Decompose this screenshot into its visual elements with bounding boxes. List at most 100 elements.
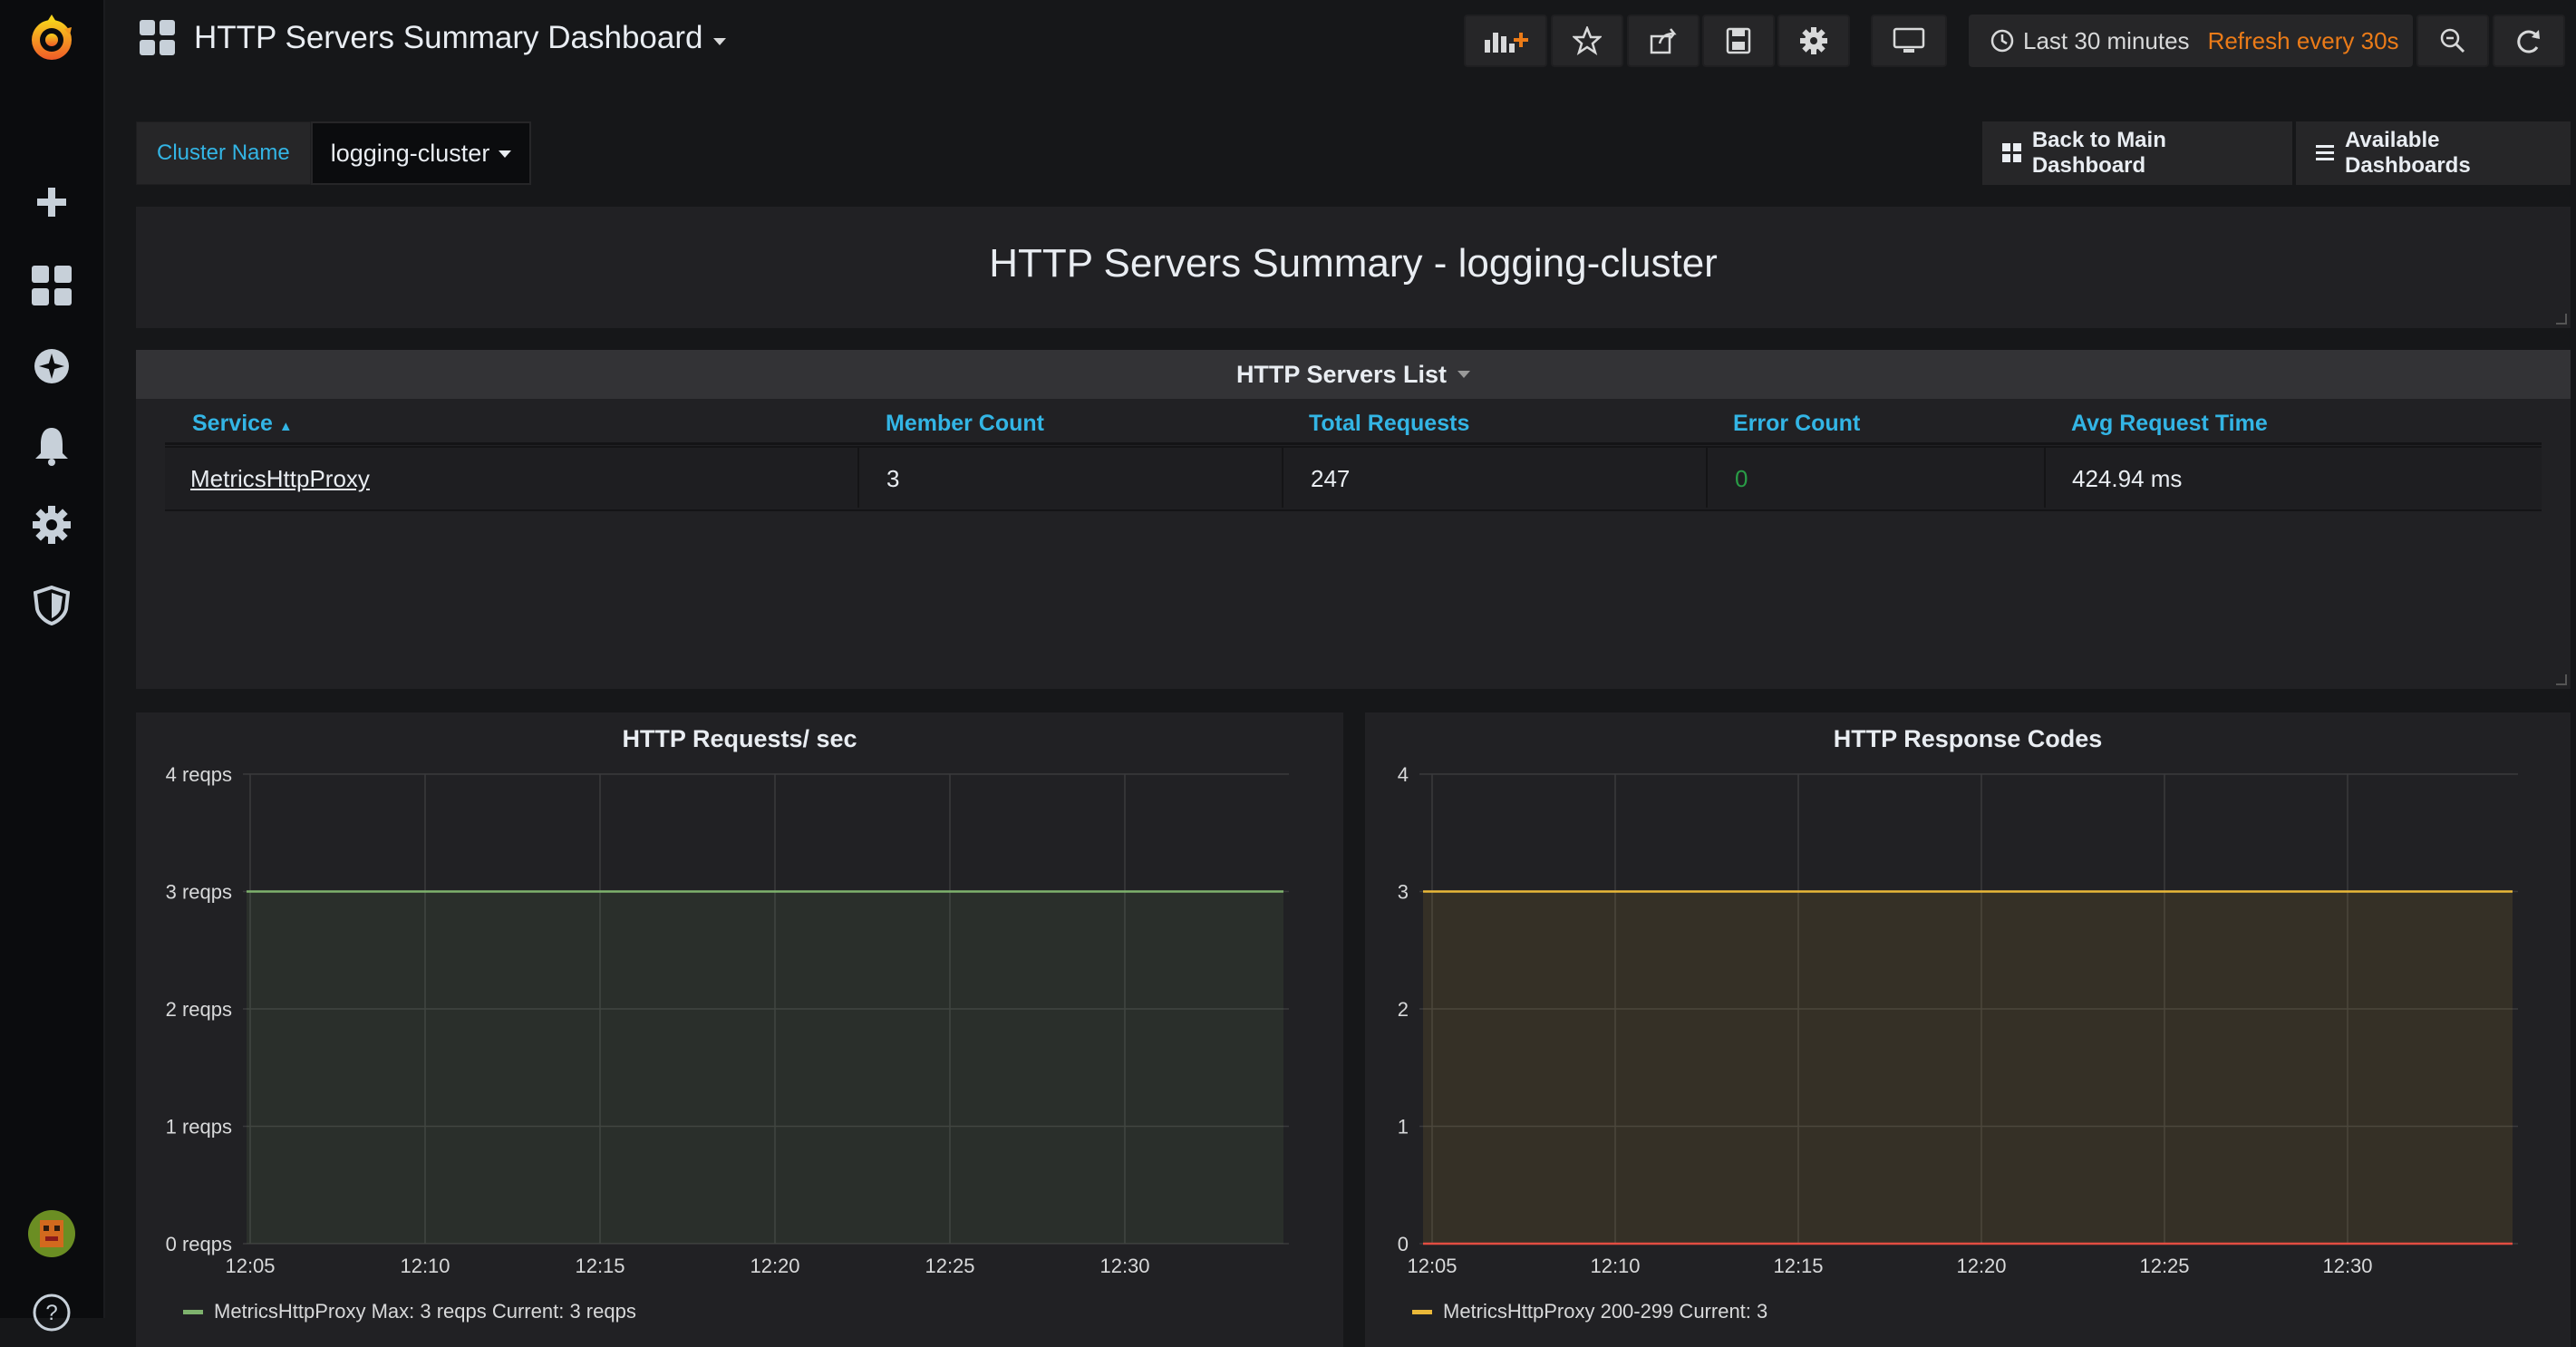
cell-avg-request-time: 424.94 ms — [2072, 465, 2183, 492]
share-button[interactable] — [1627, 15, 1700, 67]
x-tick-label: 12:20 — [750, 1255, 799, 1277]
x-tick-label: 12:15 — [1773, 1255, 1823, 1277]
y-tick-label: 3 — [1398, 881, 1409, 904]
dashboards-icon[interactable] — [26, 260, 77, 311]
star-button[interactable] — [1551, 15, 1623, 67]
graph-panel-requests: HTTP Requests/ sec 0 reqps 1 reqps 2 reqps… — [136, 712, 1343, 1347]
bell-icon[interactable] — [26, 421, 77, 471]
column-header-member-count[interactable]: Member Count — [886, 411, 1044, 437]
graph-legend: MetricsHttpProxy Max: 3 reqps Current: 3… — [183, 1300, 636, 1323]
column-header-total-requests[interactable]: Total Requests — [1309, 411, 1469, 437]
x-tick-label: 12:25 — [2139, 1255, 2189, 1277]
text-panel: HTTP Servers Summary - logging-cluster — [136, 207, 2571, 328]
user-avatar[interactable] — [26, 1208, 77, 1259]
chevron-down-icon — [713, 38, 727, 45]
x-tick-label: 12:30 — [2322, 1255, 2372, 1277]
y-tick-label: 0 — [1398, 1233, 1409, 1255]
column-header-error-count[interactable]: Error Count — [1733, 411, 1860, 437]
dashboards-icon — [2002, 143, 2021, 162]
x-tick-label: 12:05 — [225, 1255, 275, 1277]
add-panel-button[interactable] — [1464, 15, 1547, 67]
y-tick-label: 4 reqps — [166, 763, 232, 786]
zoom-out-button[interactable] — [2416, 15, 2489, 67]
explore-icon[interactable] — [26, 341, 77, 392]
cell-error-count: 0 — [1735, 465, 1748, 492]
series-area — [247, 891, 1283, 1244]
graph-panel-response-codes: HTTP Response Codes 0 1 2 3 4 12:05 12:10 12:15… — [1365, 712, 2571, 1347]
y-tick-label: 2 reqps — [166, 998, 232, 1021]
x-tick-label: 12:15 — [575, 1255, 625, 1277]
table-row — [165, 446, 2542, 511]
settings-icon — [1800, 27, 1827, 54]
x-tick-label: 12:05 — [1407, 1255, 1457, 1277]
resize-handle[interactable] — [2556, 674, 2567, 685]
back-link-label: Back to Main Dashboard — [2031, 128, 2166, 178]
refresh-button[interactable] — [2493, 15, 2565, 67]
column-header-avg-request-time[interactable]: Avg Request Time — [2071, 411, 2268, 437]
series-area — [1423, 891, 2513, 1244]
legend-swatch — [1412, 1309, 1432, 1314]
sort-ascending-icon: ▲ — [278, 419, 293, 434]
cluster-name-dropdown[interactable]: logging-cluster — [310, 121, 532, 185]
x-tick-label: 12:10 — [1590, 1255, 1640, 1277]
available-dashboards-link[interactable]: Available Dashboards — [2296, 121, 2571, 185]
column-separator — [2044, 446, 2046, 508]
refresh-icon — [2517, 30, 2540, 53]
requests-chart: 0 reqps 1 reqps 2 reqps 3 reqps 4 reqps 12:05… — [166, 763, 1289, 1277]
chevron-down-icon — [1457, 371, 1471, 378]
tv-mode-button[interactable] — [1871, 15, 1947, 67]
add-panel-icon — [1485, 33, 1528, 53]
cell-member-count: 3 — [886, 465, 900, 492]
x-tick-label: 12:30 — [1099, 1255, 1149, 1277]
x-tick-label: 12:10 — [400, 1255, 450, 1277]
legend-text[interactable]: MetricsHttpProxy 200-299 Current: 3 — [1443, 1300, 1767, 1323]
legend-text[interactable]: MetricsHttpProxy Max: 3 reqps Current: 3… — [214, 1300, 636, 1323]
zoom-out-icon — [2440, 28, 2465, 53]
y-tick-label: 3 reqps — [166, 881, 232, 904]
x-tick-label: 12:25 — [925, 1255, 974, 1277]
cluster-name-value: logging-cluster — [330, 139, 490, 167]
settings-button[interactable] — [1777, 15, 1850, 67]
column-separator — [857, 446, 859, 508]
chevron-down-icon — [499, 150, 512, 158]
graph-legend: MetricsHttpProxy 200-299 Current: 3 — [1412, 1300, 1767, 1323]
text-panel-title: HTTP Servers Summary - logging-cluster — [989, 241, 1718, 286]
table-panel-title: HTTP Servers List — [1235, 360, 1448, 388]
y-tick-label: 1 — [1398, 1116, 1409, 1139]
plus-icon[interactable] — [26, 177, 77, 228]
cell-service-link[interactable]: MetricsHttpProxy — [190, 465, 370, 493]
time-picker-button[interactable]: Last 30 minutes Refresh every 30s — [1969, 15, 2413, 67]
save-button[interactable] — [1702, 15, 1775, 67]
y-tick-label: 4 — [1398, 763, 1409, 786]
available-link-label: Available Dashboards — [2344, 128, 2471, 178]
column-header-service[interactable]: Service ▲ — [192, 411, 293, 437]
clock-icon — [1990, 29, 2014, 53]
share-icon — [1650, 28, 1677, 54]
column-separator — [1282, 446, 1283, 508]
gear-icon[interactable] — [26, 499, 77, 550]
shield-icon[interactable] — [26, 580, 77, 631]
grafana-logo-icon[interactable] — [26, 13, 77, 63]
star-icon — [1573, 26, 1602, 55]
response-codes-chart: 0 1 2 3 4 12:05 12:10 12:15 12:20 12:25 12:30 — [1398, 763, 2518, 1277]
resize-handle[interactable] — [2556, 314, 2567, 325]
table-panel-header[interactable]: HTTP Servers List — [136, 350, 2571, 399]
back-to-main-dashboard-link[interactable]: Back to Main Dashboard — [1982, 121, 2292, 185]
save-icon — [1726, 27, 1751, 54]
dashboards-icon — [140, 20, 175, 55]
y-tick-label: 0 reqps — [166, 1233, 232, 1255]
tv-icon — [1893, 27, 1925, 53]
svg-text:?: ? — [45, 1301, 57, 1325]
dashboard-title-button[interactable]: HTTP Servers Summary Dashboard — [140, 20, 727, 56]
help-icon[interactable]: ? — [26, 1287, 77, 1338]
x-tick-label: 12:20 — [1956, 1255, 2006, 1277]
side-menu: ? — [0, 0, 105, 1332]
cluster-name-label: Cluster Name — [136, 121, 311, 185]
time-range-label: Last 30 minutes — [2023, 26, 2190, 54]
column-separator — [1706, 446, 1708, 508]
refresh-interval-label: Refresh every 30s — [2207, 26, 2399, 54]
cell-total-requests: 247 — [1311, 465, 1351, 492]
template-variables: Cluster Name logging-cluster — [136, 121, 532, 185]
y-tick-label: 2 — [1398, 998, 1409, 1021]
y-tick-label: 1 reqps — [166, 1116, 232, 1139]
